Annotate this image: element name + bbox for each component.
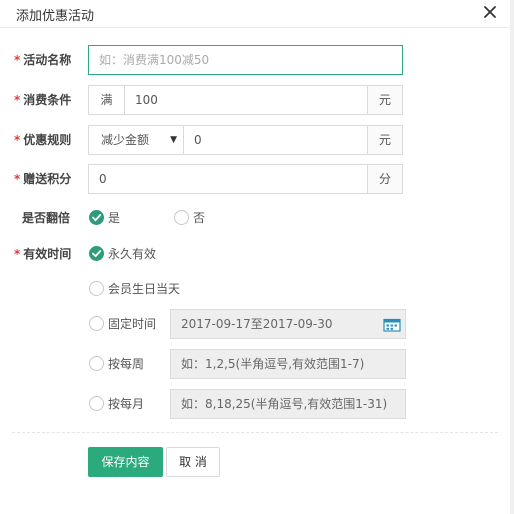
caret-down-icon: ▼ <box>170 135 177 145</box>
validity-weekly-radio[interactable] <box>89 356 104 371</box>
double-yes-radio[interactable] <box>89 210 104 225</box>
close-icon <box>480 2 500 22</box>
validity-birthday-label[interactable]: 会员生日当天 <box>108 281 180 297</box>
validity-monthly-radio[interactable] <box>89 396 104 411</box>
validity-weekly-label[interactable]: 按每周 <box>108 356 144 372</box>
double-no-radio[interactable] <box>174 210 189 225</box>
name-label: * 活动名称 <box>14 53 72 67</box>
validity-birthday-radio[interactable] <box>89 281 104 296</box>
points-input[interactable]: 0 <box>88 164 368 194</box>
validity-fixed-radio[interactable] <box>89 316 104 331</box>
validity-label: * 有效时间 <box>14 247 72 261</box>
weekly-days-input[interactable]: 如：1,2,5(半角逗号,有效范围1-7) <box>170 349 406 379</box>
double-label: 是否翻倍 <box>22 211 71 225</box>
required-mark: * <box>14 93 21 107</box>
validity-permanent-radio[interactable] <box>89 246 104 261</box>
fixed-date-range-input[interactable]: 2017-09-17至2017-09-30 <box>170 309 406 339</box>
check-icon <box>89 246 104 261</box>
required-mark: * <box>14 53 21 67</box>
required-mark: * <box>14 172 21 186</box>
monthly-days-input[interactable]: 如：8,18,25(半角逗号,有效范围1-31) <box>170 389 406 419</box>
points-suffix: 分 <box>367 164 403 194</box>
rule-type-value: 减少金额 <box>101 133 150 147</box>
rule-label: * 优惠规则 <box>14 133 72 147</box>
points-label: * 赠送积分 <box>14 172 72 186</box>
condition-suffix: 元 <box>367 85 403 115</box>
rule-suffix: 元 <box>367 125 403 155</box>
required-mark: * <box>14 133 21 147</box>
check-icon <box>89 210 104 225</box>
cancel-button[interactable]: 取 消 <box>166 447 220 477</box>
double-yes-label[interactable]: 是 <box>108 210 120 226</box>
scrollbar[interactable] <box>510 0 514 514</box>
condition-prefix: 满 <box>88 85 125 115</box>
name-input[interactable]: 如：消费满100减50 <box>88 45 403 75</box>
condition-label: * 消费条件 <box>14 93 72 107</box>
dialog-title: 添加优惠活动 <box>16 9 95 24</box>
footer-divider <box>12 432 498 433</box>
validity-monthly-label[interactable]: 按每月 <box>108 396 144 412</box>
validity-fixed-label[interactable]: 固定时间 <box>108 316 156 332</box>
condition-amount-input[interactable]: 100 <box>124 85 368 115</box>
close-button[interactable] <box>480 2 500 22</box>
rule-amount-input[interactable]: 0 <box>183 125 368 155</box>
calendar-icon[interactable] <box>383 318 401 332</box>
date-range-value: 2017-09-17至2017-09-30 <box>181 317 333 331</box>
required-mark: * <box>14 247 21 261</box>
save-button[interactable]: 保存内容 <box>88 447 163 477</box>
rule-type-select[interactable]: 减少金额 ▼ <box>88 125 184 155</box>
validity-permanent-label[interactable]: 永久有效 <box>108 246 156 262</box>
double-no-label[interactable]: 否 <box>193 210 205 226</box>
